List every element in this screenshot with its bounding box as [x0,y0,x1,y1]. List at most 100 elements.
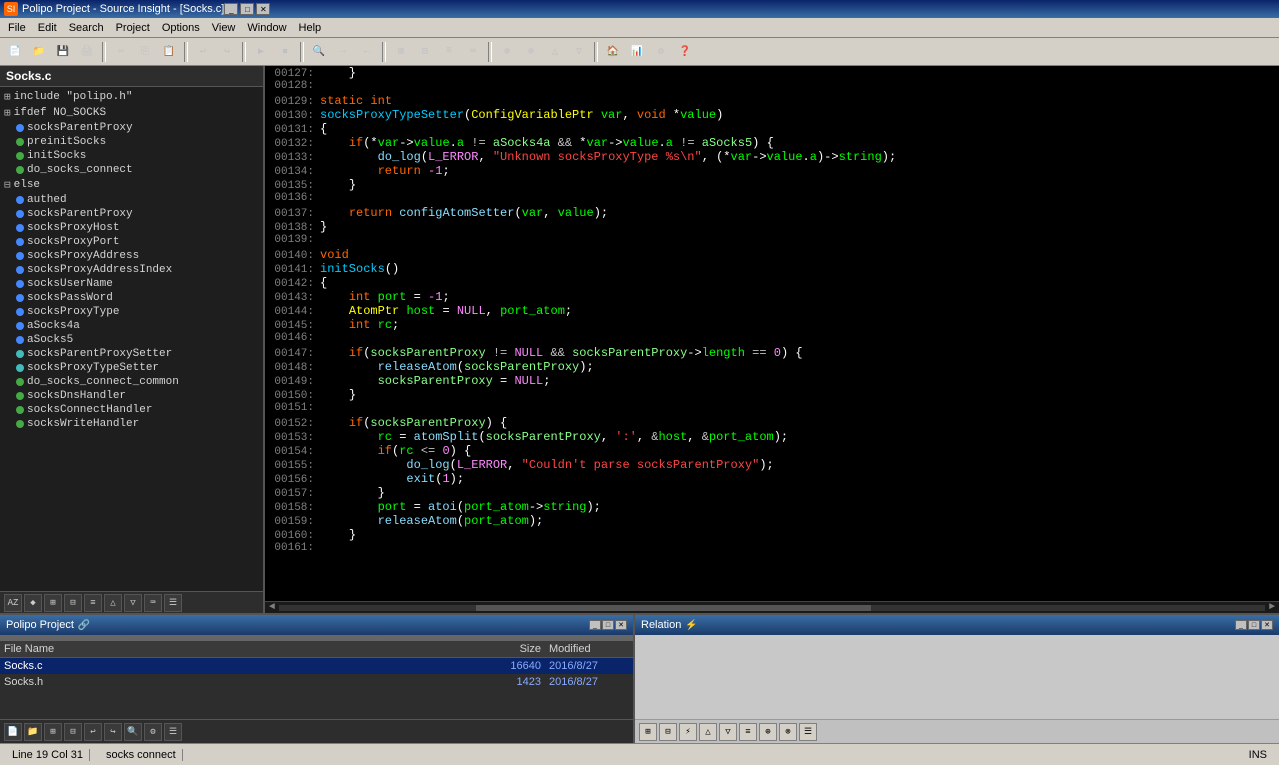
project-panel-maximize[interactable]: □ [602,620,614,630]
scroll-left-arrow[interactable]: ◄ [269,602,275,613]
proj-tb4[interactable]: ⊟ [64,723,82,741]
tb-extra6[interactable]: ⊗ [520,41,542,63]
up-button[interactable]: △ [104,594,122,612]
tb-extra10[interactable]: 📊 [626,41,648,63]
project-panel-close[interactable]: ✕ [615,620,627,630]
search-button[interactable]: 🔍 [308,41,330,63]
next-button[interactable]: → [332,41,354,63]
new-file-button[interactable]: 📄 [4,41,26,63]
rel-tb3[interactable]: ⚡ [679,723,697,741]
project-scrollbar-top[interactable] [0,635,633,641]
tree-item-sockspassword[interactable]: socksPassWord [0,291,263,305]
menu-project[interactable]: Project [110,20,156,36]
close-button[interactable]: ✕ [256,3,270,15]
proj-tb3[interactable]: ⊞ [44,723,62,741]
rel-tb1[interactable]: ⊞ [639,723,657,741]
save-button[interactable]: 💾 [52,41,74,63]
tree-item-initsocks[interactable]: initSocks [0,149,263,163]
menu-help[interactable]: Help [293,20,328,36]
project-panel-minimize[interactable]: _ [589,620,601,630]
tree-item-else[interactable]: ⊟ else [0,177,263,193]
tb-extra11[interactable]: ⚙ [650,41,672,63]
project-file-socks-c[interactable]: Socks.c 16640 2016/8/27 [0,658,633,674]
proj-new-button[interactable]: 📄 [4,723,22,741]
expand-all-button[interactable]: ⊞ [44,594,62,612]
relation-panel-close[interactable]: ✕ [1261,620,1273,630]
tree-item-preinitsocks[interactable]: preinitSocks [0,135,263,149]
rel-tb6[interactable]: ≡ [739,723,757,741]
tree-item-socksparentproxysetter[interactable]: socksParentProxySetter [0,347,263,361]
menu-file[interactable]: File [2,20,32,36]
project-files-list[interactable]: Socks.c 16640 2016/8/27 Socks.h 1423 201… [0,658,633,719]
copy-button[interactable]: ⎘ [134,41,156,63]
tree-item-sockswritehandler[interactable]: socksWriteHandler [0,417,263,431]
rel-tb5[interactable]: ▽ [719,723,737,741]
down-button[interactable]: ▽ [124,594,142,612]
relation-panel-minimize[interactable]: _ [1235,620,1247,630]
rel-tb7[interactable]: ⊕ [759,723,777,741]
file-tree[interactable]: ⊞ include "polipo.h" ⊞ ifdef NO_SOCKS so… [0,87,263,591]
tree-item-do-socks-connect-common[interactable]: do_socks_connect_common [0,375,263,389]
prev-button[interactable]: ← [356,41,378,63]
tree-item-asocks4a[interactable]: aSocks4a [0,319,263,333]
list-button[interactable]: ≡ [84,594,102,612]
proj-tb6[interactable]: ↪ [104,723,122,741]
tree-item-ifdef[interactable]: ⊞ ifdef NO_SOCKS [0,105,263,121]
tree-item-include[interactable]: ⊞ include "polipo.h" [0,89,263,105]
stop-button[interactable]: ⏹ [274,41,296,63]
redo-button[interactable]: ↪ [216,41,238,63]
diamond-button[interactable]: ◆ [24,594,42,612]
proj-tb7[interactable]: 🔍 [124,723,142,741]
menu-button[interactable]: ☰ [164,594,182,612]
tree-item-socksparentproxy1[interactable]: socksParentProxy [0,121,263,135]
maximize-button[interactable]: □ [240,3,254,15]
code-editor[interactable]: 00127: } 00128: 00129: static int 00130:… [265,66,1279,613]
tree-item-do-socks-connect[interactable]: do_socks_connect [0,163,263,177]
tb-extra5[interactable]: ⊕ [496,41,518,63]
tree-item-socksproxyaddress[interactable]: socksProxyAddress [0,249,263,263]
tree-item-socksproxyaddressindex[interactable]: socksProxyAddressIndex [0,263,263,277]
tb-extra8[interactable]: ▽ [568,41,590,63]
proj-tb8[interactable]: ⚙ [144,723,162,741]
project-file-socks-h[interactable]: Socks.h 1423 2016/8/27 [0,674,633,690]
tb-extra1[interactable]: ⊞ [390,41,412,63]
tree-item-socksproxyport[interactable]: socksProxyPort [0,235,263,249]
rel-tb2[interactable]: ⊟ [659,723,677,741]
tree-item-authed[interactable]: authed [0,193,263,207]
paste-button[interactable]: 📋 [158,41,180,63]
tree-item-socksproxyhost[interactable]: socksProxyHost [0,221,263,235]
tree-item-socksdnshandler[interactable]: socksDnsHandler [0,389,263,403]
tb-extra9[interactable]: 🏠 [602,41,624,63]
tb-extra3[interactable]: ≡ [438,41,460,63]
tree-item-socksproxytype-setter[interactable]: socksProxyTypeSetter [0,361,263,375]
open-file-button[interactable]: 📁 [28,41,50,63]
tree-item-socksparentproxy2[interactable]: socksParentProxy [0,207,263,221]
proj-tb9[interactable]: ☰ [164,723,182,741]
tb-extra2[interactable]: ⊟ [414,41,436,63]
minimize-button[interactable]: _ [224,3,238,15]
rel-tb8[interactable]: ⊗ [779,723,797,741]
relation-panel-maximize[interactable]: □ [1248,620,1260,630]
menu-window[interactable]: Window [241,20,292,36]
tree-item-socksproxytype[interactable]: socksProxyType [0,305,263,319]
tree-item-socksconnecthandler[interactable]: socksConnectHandler [0,403,263,417]
tb-extra12[interactable]: ❓ [674,41,696,63]
tb-extra7[interactable]: △ [544,41,566,63]
tb-extra4[interactable]: ⌨ [462,41,484,63]
collapse-all-button[interactable]: ⊟ [64,594,82,612]
scroll-right-arrow[interactable]: ► [1269,602,1275,613]
code-content[interactable]: 00127: } 00128: 00129: static int 00130:… [265,66,1279,601]
proj-tb5[interactable]: ↩ [84,723,102,741]
keyboard-button[interactable]: ⌨ [144,594,162,612]
menu-search[interactable]: Search [63,20,110,36]
build-button[interactable]: ▶ [250,41,272,63]
cut-button[interactable]: ✂ [110,41,132,63]
horizontal-scrollbar[interactable]: ◄ ► [265,601,1279,613]
undo-button[interactable]: ↩ [192,41,214,63]
menu-edit[interactable]: Edit [32,20,63,36]
az-sort-button[interactable]: AZ [4,594,22,612]
rel-tb9[interactable]: ☰ [799,723,817,741]
tb3[interactable]: 🖨 [76,41,98,63]
tree-item-socksusername[interactable]: socksUserName [0,277,263,291]
rel-tb4[interactable]: △ [699,723,717,741]
